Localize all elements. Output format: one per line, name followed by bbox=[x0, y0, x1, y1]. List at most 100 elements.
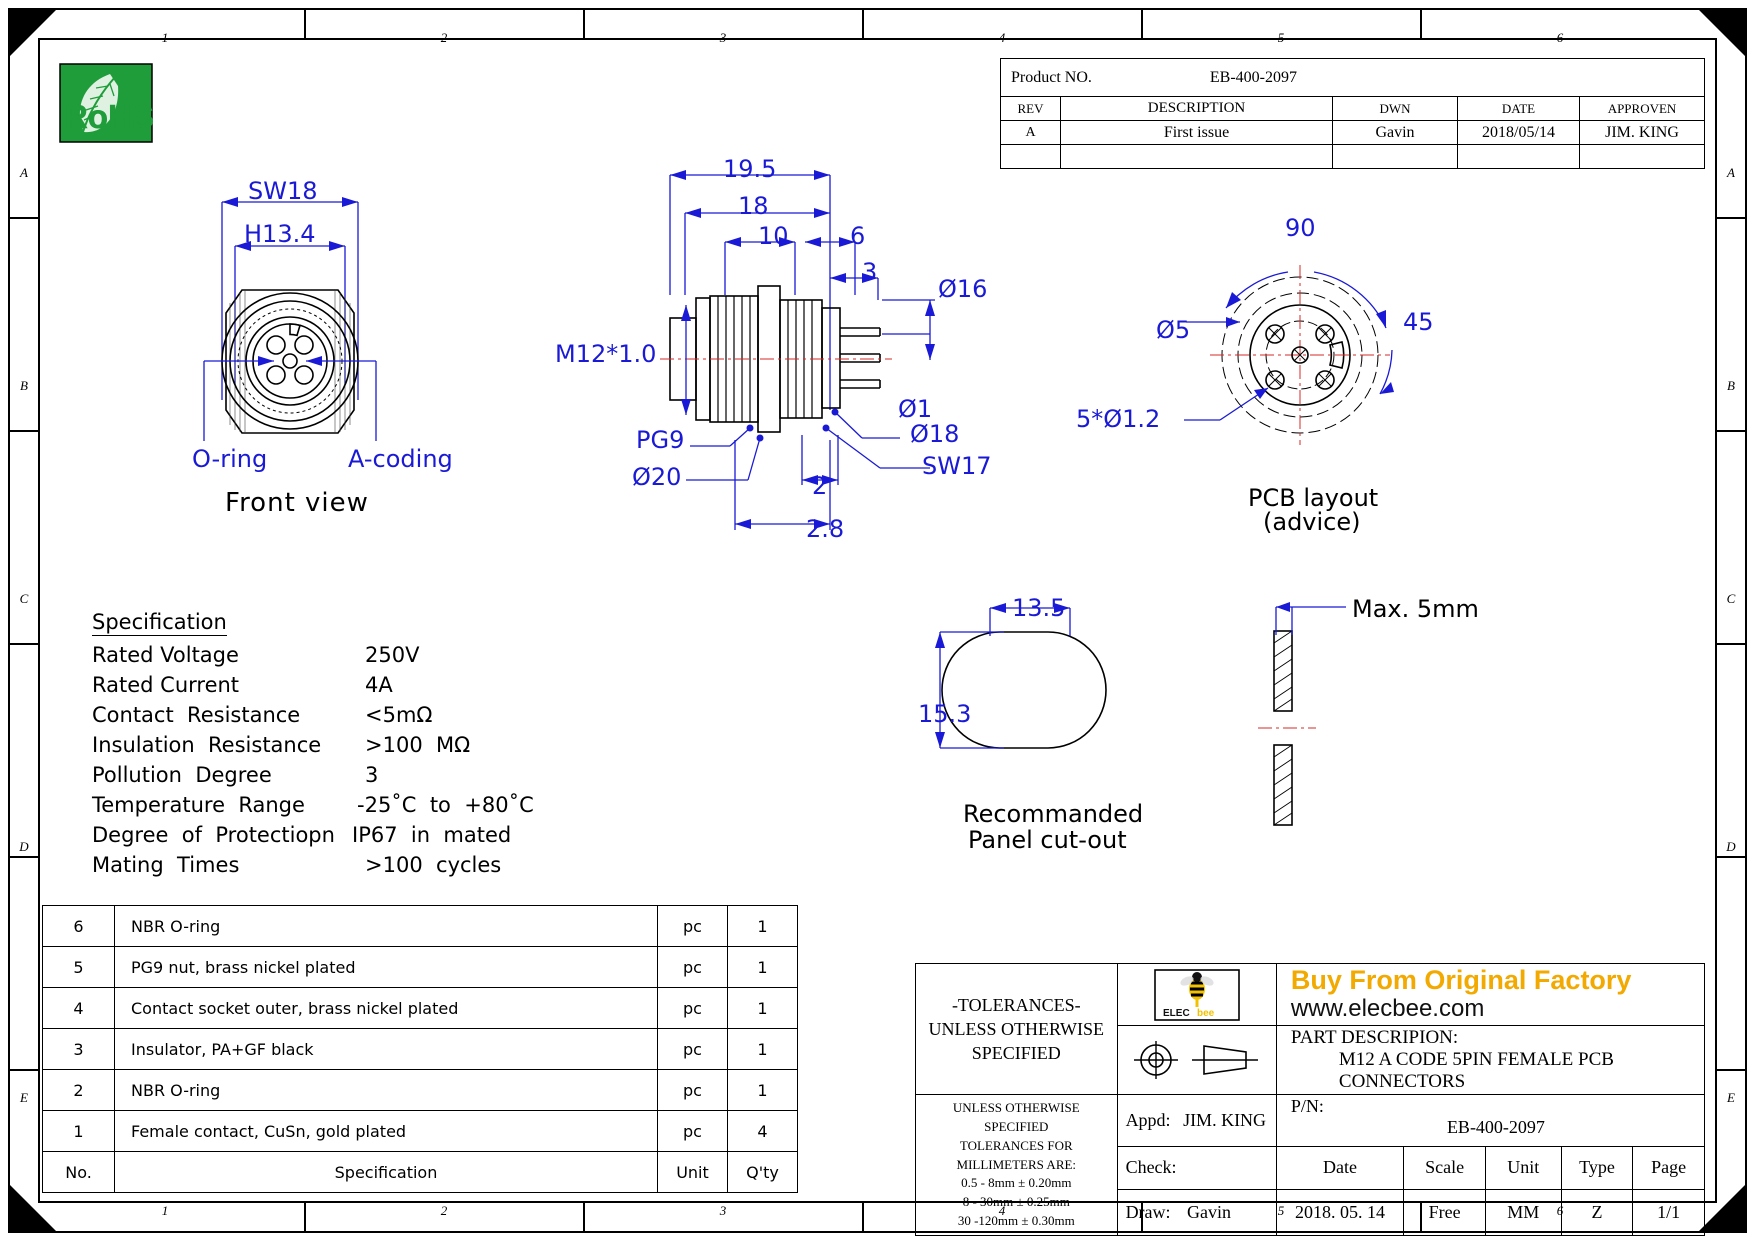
pcb-layout-dim-45: 45 bbox=[1403, 308, 1434, 336]
pcb-layout-drawing bbox=[1184, 265, 1394, 445]
revision-header-date: DATE bbox=[1457, 96, 1580, 121]
scale-value: Free bbox=[1403, 1189, 1487, 1236]
spec-label-contact-resistance: Contact Resistance bbox=[92, 703, 301, 727]
zone-label-bottom-2: 2 bbox=[440, 1203, 448, 1218]
side-view-drawing bbox=[660, 170, 935, 530]
bom-no-1: 1 bbox=[42, 1110, 115, 1152]
zone-label-bottom-1: 1 bbox=[161, 1203, 169, 1218]
bom-unit-2: pc bbox=[657, 1069, 728, 1111]
tolerance-note-line1: UNLESS OTHERWISE SPECIFIED bbox=[952, 1100, 1080, 1134]
bom-unit-5: pc bbox=[657, 946, 728, 988]
spec-label-mating-times: Mating Times bbox=[92, 853, 240, 877]
revision-cell-date-empty bbox=[1457, 144, 1580, 169]
zone-label-top-5: 5 bbox=[1277, 30, 1285, 45]
side-view-dim-m12: M12*1.0 bbox=[555, 340, 657, 368]
revision-header-description: DESCRIPTION bbox=[1060, 96, 1333, 121]
bom-unit-1: pc bbox=[657, 1110, 728, 1152]
front-view-dim-sw18: SW18 bbox=[248, 177, 318, 205]
front-view-dim-h134: H13.4 bbox=[244, 220, 316, 248]
revision-cell-dwn: Gavin bbox=[1332, 120, 1458, 145]
bom-header-row: No. Specification Unit Q'ty bbox=[42, 1151, 798, 1193]
spec-value-rated-current: 4A bbox=[365, 673, 393, 697]
panel-cutout-dim-height: 15.3 bbox=[918, 700, 972, 728]
svg-text:RoHS: RoHS bbox=[64, 98, 154, 135]
spec-label-temperature-range: Temperature Range bbox=[92, 793, 305, 817]
side-view-label-pg9: PG9 bbox=[636, 426, 685, 454]
bom-qty-5: 1 bbox=[727, 946, 798, 988]
zone-label-left-e: E bbox=[20, 1090, 28, 1105]
draw-value: Gavin bbox=[1187, 1201, 1232, 1222]
table-row: 3 Insulator, PA+GF black pc 1 bbox=[42, 1028, 798, 1070]
specification-heading: Specification bbox=[92, 610, 227, 636]
side-view-dim-2-8: 2.8 bbox=[806, 515, 845, 543]
panel-cutout-title-line1: Recommanded bbox=[963, 800, 1144, 828]
bom-header-qty: Q'ty bbox=[727, 1151, 798, 1193]
zone-label-right-d: D bbox=[1726, 839, 1736, 854]
type-label: Type bbox=[1560, 1145, 1634, 1191]
revision-header-approven: APPROVEN bbox=[1579, 96, 1705, 121]
bom-no-2: 2 bbox=[42, 1069, 115, 1111]
zone-label-right-b: B bbox=[1727, 378, 1735, 393]
bom-qty-3: 1 bbox=[727, 1028, 798, 1070]
bom-unit-3: pc bbox=[657, 1028, 728, 1070]
draw-label: Draw: bbox=[1125, 1201, 1171, 1222]
bom-spec-2: NBR O-ring bbox=[114, 1069, 658, 1111]
spec-label-rated-voltage: Rated Voltage bbox=[92, 643, 239, 667]
revision-cell-approven: JIM. KING bbox=[1579, 120, 1705, 145]
side-view-dim-2: 2 bbox=[812, 472, 828, 500]
zone-label-left-a: A bbox=[20, 165, 28, 180]
table-row: 6 NBR O-ring pc 1 bbox=[42, 905, 798, 947]
table-row: 2 NBR O-ring pc 1 bbox=[42, 1069, 798, 1111]
first-angle-projection-icon bbox=[1133, 1041, 1258, 1079]
zone-label-left-d: D bbox=[19, 839, 29, 854]
spec-value-pollution-degree: 3 bbox=[365, 763, 379, 787]
pcb-layout-dim-d5: Ø5 bbox=[1156, 316, 1191, 344]
appd-value: JIM. KING bbox=[1183, 1109, 1267, 1130]
spec-label-rated-current: Rated Current bbox=[92, 673, 240, 697]
bom-qty-1: 4 bbox=[727, 1110, 798, 1152]
tolerance-note-line2: TOLERANCES FOR MILLIMETERS ARE: bbox=[956, 1137, 1077, 1172]
bom-header-unit: Unit bbox=[657, 1151, 728, 1193]
check-label: Check: bbox=[1125, 1157, 1177, 1178]
appd-label: Appd: bbox=[1125, 1109, 1171, 1130]
side-view-dim-d16: Ø16 bbox=[938, 275, 988, 303]
brand-tagline: Buy From Original Factory bbox=[1290, 965, 1632, 996]
revision-block: Product NO. EB-400-2097 REV DESCRIPTION … bbox=[1000, 58, 1705, 169]
revision-cell-approven-empty bbox=[1579, 144, 1705, 169]
bom-unit-6: pc bbox=[657, 905, 728, 947]
revision-header-dwn: DWN bbox=[1332, 96, 1458, 121]
spec-label-pollution-degree: Pollution Degree bbox=[92, 763, 272, 787]
part-description-value: M12 A CODE 5PIN FEMALE PCB CONNECTORS bbox=[1338, 1049, 1614, 1092]
rohs-logo: RoHS bbox=[59, 63, 154, 143]
zone-label-top-6: 6 bbox=[1556, 30, 1564, 45]
spec-value-insulation-resistance: >100 MΩ bbox=[365, 733, 471, 757]
pn-label: P/N: bbox=[1290, 1096, 1324, 1116]
unit-label: Unit bbox=[1485, 1145, 1562, 1191]
product-no-label: Product NO. bbox=[1011, 68, 1092, 86]
zone-label-top-1: 1 bbox=[161, 30, 169, 45]
pcb-layout-dim-5x-d1-2: 5*Ø1.2 bbox=[1076, 405, 1161, 433]
brand-website: www.elecbee.com bbox=[1290, 995, 1485, 1023]
revision-cell-rev: A bbox=[1000, 120, 1061, 145]
title-block: -TOLERANCES- UNLESS OTHERWISE SPECIFIED … bbox=[915, 963, 1706, 1236]
spec-value-degree-of-protection: IP67 in mated bbox=[352, 823, 512, 847]
zone-label-right-e: E bbox=[1727, 1090, 1735, 1105]
zone-label-left-c: C bbox=[19, 591, 29, 606]
panel-thickness-dim: Max. 5mm bbox=[1352, 595, 1479, 623]
product-no-value: EB-400-2097 bbox=[1209, 68, 1297, 86]
front-view-oring-label: O-ring bbox=[192, 445, 268, 473]
svg-text:bee: bee bbox=[1197, 1008, 1215, 1019]
tolerances-heading-line3: SPECIFIED bbox=[971, 1043, 1061, 1064]
zone-label-right-a: A bbox=[1727, 165, 1735, 180]
bom-header-spec: Specification bbox=[114, 1151, 658, 1193]
pcb-layout-title-line2: (advice) bbox=[1263, 508, 1361, 536]
spec-label-degree-of-protection: Degree of Protectiopn bbox=[92, 823, 335, 847]
tolerances-heading-line2: UNLESS OTHERWISE bbox=[928, 1018, 1105, 1039]
unit-value: MM bbox=[1485, 1189, 1562, 1236]
bom-spec-1: Female contact, CuSn, gold plated bbox=[114, 1110, 658, 1152]
table-row bbox=[1000, 144, 1705, 169]
pcb-layout-dim-90: 90 bbox=[1285, 214, 1316, 242]
bom-qty-4: 1 bbox=[727, 987, 798, 1029]
side-view-label-sw17: SW17 bbox=[922, 452, 992, 480]
zone-label-bottom-3: 3 bbox=[719, 1203, 727, 1218]
